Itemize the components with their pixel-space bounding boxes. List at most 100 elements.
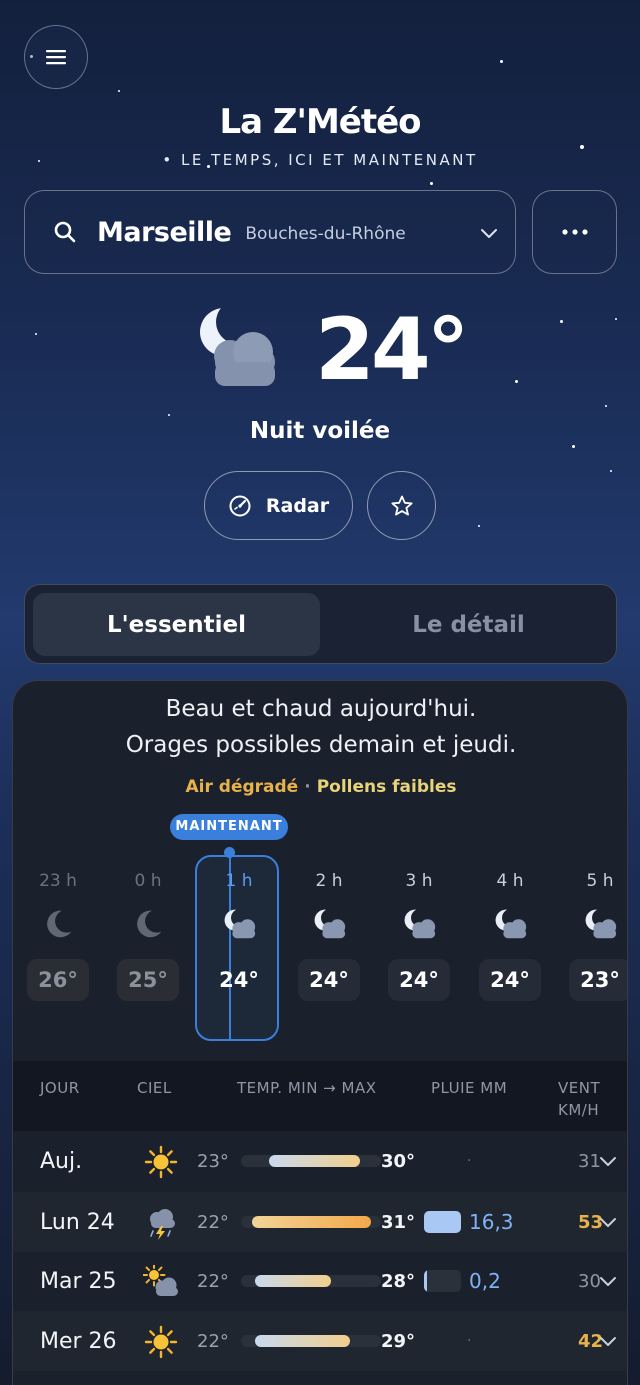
hour-label: 23 h — [39, 871, 77, 891]
moon-icon — [47, 910, 72, 938]
app-title: La Z'Météo — [219, 102, 421, 142]
hour-temp: 24° — [219, 968, 259, 992]
daily-table-header: JOUR CIEL TEMP. MIN → MAX PLUIE MM VENT … — [13, 1061, 627, 1131]
thunderstorm-icon — [150, 1209, 175, 1240]
hour-item[interactable]: 23 h 26° — [13, 871, 103, 1001]
radar-icon — [229, 495, 251, 516]
view-tabs: L'essentiel Le détail — [24, 584, 617, 664]
col-wind: VENT KM/H — [558, 1077, 600, 1121]
moon-cloud-icon — [404, 909, 436, 939]
star-dot — [35, 333, 37, 335]
day-label: Auj. — [40, 1148, 83, 1174]
hour-temp: 24° — [388, 959, 450, 1001]
pollen-alert: Pollens faibles — [316, 777, 457, 797]
now-badge: MAINTENANT — [170, 814, 288, 840]
hour-temp: 25° — [117, 959, 179, 1001]
tab-detail[interactable]: Le détail — [325, 593, 612, 656]
hour-icon — [555, 899, 627, 949]
rain-amount: 0,2 — [469, 1269, 501, 1293]
moon-cloud-icon — [224, 909, 256, 939]
temp-range-bar — [241, 1155, 381, 1167]
menu-button[interactable] — [24, 25, 88, 89]
hour-label: 5 h — [586, 871, 614, 891]
alerts-line: Air dégradé · Pollens faibles — [13, 777, 627, 797]
star-dot — [560, 320, 563, 323]
daily-row[interactable]: Mer 26 22° 29° · 42 — [13, 1311, 627, 1371]
day-label: Mer 26 — [40, 1328, 117, 1354]
temp-range-bar — [241, 1335, 381, 1347]
alert-separator: · — [304, 777, 311, 797]
tab-essentiel[interactable]: L'essentiel — [33, 593, 320, 656]
col-temp: TEMP. MIN → MAX — [237, 1079, 377, 1097]
region-name: Bouches-du-Rhône — [245, 224, 406, 244]
app-subtitle: • LE TEMPS, ICI ET MAINTENANT — [162, 151, 478, 169]
sun-cloud-icon — [142, 1263, 178, 1296]
star-dot — [572, 445, 575, 448]
hour-item[interactable]: 5 h 23° — [555, 871, 627, 1001]
rain-amount: · — [467, 1153, 472, 1169]
rain-bar-fill — [424, 1211, 461, 1233]
location-selector[interactable]: Marseille Bouches-du-Rhône — [24, 190, 516, 274]
star-dot — [580, 145, 584, 149]
chevron-down-icon — [600, 1337, 616, 1346]
temp-range-fill — [269, 1155, 360, 1167]
star-dot — [605, 405, 607, 407]
temp-max: 30° — [381, 1150, 416, 1172]
rain-amount: · — [467, 1333, 472, 1349]
more-icon — [561, 229, 588, 235]
hour-item[interactable]: 1 h 24° — [194, 871, 284, 1001]
star-dot — [610, 470, 612, 472]
hour-label: 3 h — [405, 871, 433, 891]
star-dot — [478, 525, 480, 527]
col-rain: PLUIE MM — [431, 1079, 508, 1097]
sky-icon — [143, 1325, 179, 1359]
daily-row[interactable]: Auj. 23° 30° · 31 — [13, 1131, 627, 1191]
daily-row[interactable]: Lun 24 22° 31° 16,3 53 — [13, 1192, 627, 1252]
rain-bar — [424, 1211, 461, 1233]
temp-min: 22° — [197, 1270, 229, 1292]
search-icon — [54, 221, 76, 243]
moon-cloud-icon — [200, 308, 275, 386]
chevron-down-icon — [600, 1157, 616, 1166]
current-temperature: 24° — [315, 300, 470, 400]
hour-label: 1 h — [225, 871, 253, 891]
favorite-button[interactable] — [367, 471, 436, 540]
temp-min: 23° — [197, 1150, 229, 1172]
hour-label: 0 h — [134, 871, 162, 891]
hour-item[interactable]: 4 h 24° — [465, 871, 555, 1001]
radar-label: Radar — [265, 494, 330, 517]
hour-temp: 24° — [479, 959, 541, 1001]
daily-row[interactable]: Mar 25 22° 28° 0,2 30 — [13, 1251, 627, 1311]
moon-icon — [137, 910, 162, 938]
sun-icon — [144, 1325, 178, 1359]
temp-max: 28° — [381, 1270, 416, 1292]
hour-item[interactable]: 0 h 25° — [103, 871, 193, 1001]
star-dot — [515, 380, 518, 383]
hour-label: 2 h — [315, 871, 343, 891]
hour-icon — [13, 899, 103, 949]
hour-item[interactable]: 2 h 24° — [284, 871, 374, 1001]
now-dot — [224, 847, 235, 858]
radar-button[interactable]: Radar — [204, 471, 353, 540]
temp-max: 29° — [381, 1330, 416, 1352]
star-dot — [118, 90, 120, 92]
temp-range-bar — [241, 1275, 381, 1287]
star-icon — [391, 495, 413, 516]
temp-range-fill — [255, 1335, 351, 1347]
hour-icon — [374, 899, 464, 949]
hour-icon — [194, 899, 284, 949]
star-dot — [615, 318, 617, 320]
hour-temp: 23° — [569, 959, 627, 1001]
temp-range-fill — [255, 1275, 331, 1287]
more-button[interactable] — [532, 190, 617, 274]
chevron-down-icon — [481, 229, 497, 238]
star-dot — [168, 414, 170, 416]
chevron-down-icon — [600, 1218, 616, 1227]
rain-bar-fill — [424, 1270, 427, 1292]
hour-item[interactable]: 3 h 24° — [374, 871, 464, 1001]
hour-temp: 24° — [298, 959, 360, 1001]
sky-icon — [142, 1263, 179, 1299]
col-wind-label: VENT — [558, 1079, 601, 1097]
rain-amount: 16,3 — [469, 1210, 514, 1234]
temp-min: 22° — [197, 1211, 229, 1233]
